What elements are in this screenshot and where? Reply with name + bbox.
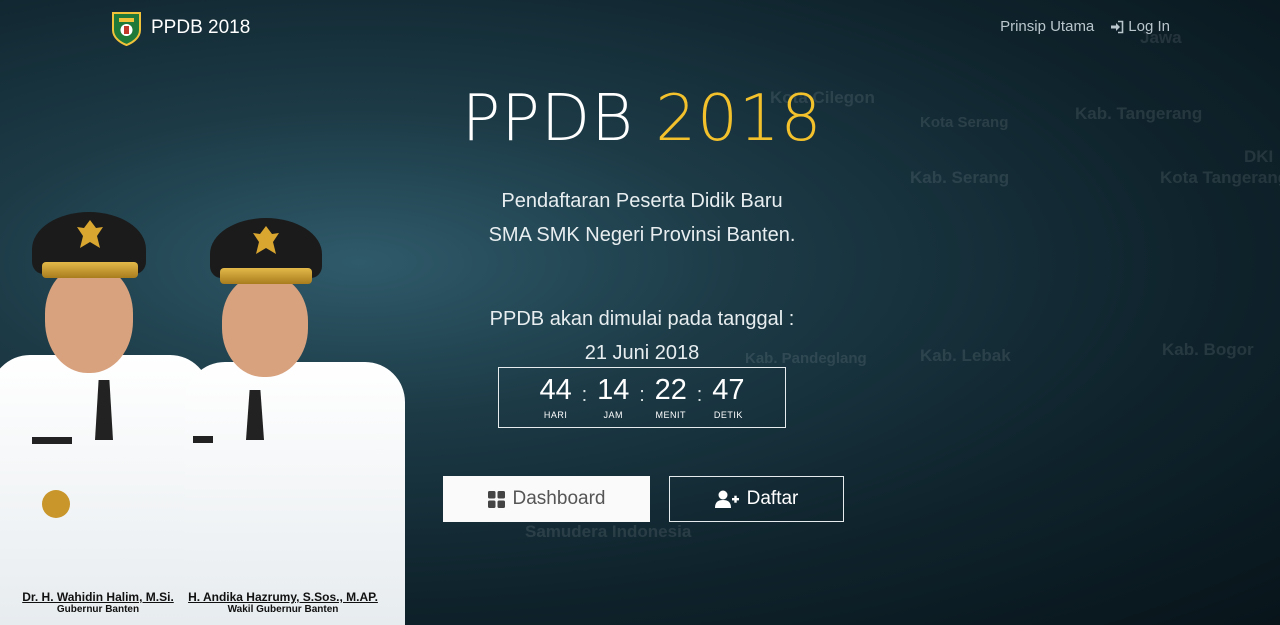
nav-prinsip-utama[interactable]: Prinsip Utama bbox=[1000, 18, 1094, 35]
start-date: 21 Juni 2018 bbox=[584, 342, 700, 364]
user-plus-icon bbox=[714, 490, 739, 508]
map-label: Kota Tangerang bbox=[1160, 168, 1280, 187]
governor-role: Gubernur Banten bbox=[56, 604, 140, 615]
governor-caption: Dr. H. Wahidin Halim, M.Si. Gubernur Ban… bbox=[18, 590, 178, 615]
minutes-value: 22 bbox=[654, 374, 687, 406]
countdown-days: 44 HARI bbox=[533, 374, 579, 420]
vice-governor-caption: H. Andika Hazrumy, S.Sos., M.AP. Wakil G… bbox=[188, 590, 378, 615]
medal bbox=[42, 490, 70, 518]
page-title: PPDB 2018 bbox=[440, 82, 844, 156]
hours-label: JAM bbox=[603, 410, 623, 420]
vice-governor-face bbox=[222, 275, 308, 377]
daftar-label: Daftar bbox=[746, 488, 799, 509]
map-label: Kab. Lebak bbox=[920, 346, 1011, 365]
countdown-separator: : bbox=[639, 384, 645, 406]
map-label: Kab. Bogor bbox=[1162, 340, 1254, 359]
subtitle: Pendaftaran Peserta Didik Baru SMA SMK N… bbox=[440, 184, 844, 252]
vice-governor-suit bbox=[185, 362, 405, 625]
nav-login-label: Log In bbox=[1128, 18, 1170, 35]
garuda-emblem-icon bbox=[253, 226, 279, 254]
start-label: PPDB akan dimulai pada tanggal : bbox=[489, 308, 795, 330]
vice-governor-role: Wakil Gubernur Banten bbox=[227, 604, 339, 615]
title-year: 2018 bbox=[655, 82, 823, 156]
countdown-timer: 44 HARI : 14 JAM : 22 MENIT : 47 DETIK bbox=[498, 367, 786, 428]
minutes-label: MENIT bbox=[655, 410, 687, 420]
countdown-hours: 14 JAM bbox=[590, 374, 636, 420]
days-label: HARI bbox=[543, 410, 568, 420]
hours-value: 14 bbox=[597, 374, 630, 406]
countdown-separator: : bbox=[696, 384, 703, 406]
governor-cap-band bbox=[42, 262, 138, 278]
seconds-value: 47 bbox=[712, 374, 745, 406]
governor-face bbox=[45, 265, 133, 373]
countdown-seconds: 47 DETIK bbox=[705, 374, 751, 420]
dashboard-label: Dashboard bbox=[512, 488, 606, 509]
start-date-info: PPDB akan dimulai pada tanggal : 21 Juni… bbox=[440, 302, 844, 370]
map-label: Kab. Tangerang bbox=[1075, 104, 1203, 123]
governor-name: Dr. H. Wahidin Halim, M.Si. bbox=[22, 590, 174, 604]
dashboard-button[interactable]: Dashboard bbox=[443, 476, 650, 522]
countdown-separator: : bbox=[581, 384, 588, 406]
grid-icon bbox=[487, 490, 505, 508]
name-tag bbox=[32, 437, 72, 444]
map-label: Kota Serang bbox=[920, 114, 1009, 131]
banten-logo-icon bbox=[112, 12, 141, 46]
nav-login[interactable]: Log In bbox=[1110, 18, 1170, 35]
map-label: DKI bbox=[1244, 147, 1274, 166]
days-value: 44 bbox=[539, 374, 572, 406]
daftar-button[interactable]: Daftar bbox=[669, 476, 844, 522]
brand[interactable]: PPDB 2018 bbox=[110, 10, 250, 46]
sign-in-icon bbox=[1111, 20, 1124, 33]
top-nav: Prinsip Utama Log In bbox=[1000, 18, 1170, 35]
subtitle-line-1: Pendaftaran Peserta Didik Baru bbox=[501, 190, 783, 212]
name-tag bbox=[193, 436, 213, 443]
map-label: Samudera Indonesia bbox=[525, 522, 692, 541]
seconds-label: DETIK bbox=[713, 410, 743, 420]
brand-title: PPDB 2018 bbox=[151, 17, 251, 38]
title-main: PPDB bbox=[461, 82, 635, 156]
garuda-emblem-icon bbox=[77, 220, 103, 248]
map-label: Kab. Serang bbox=[910, 168, 1010, 187]
vice-governor-name: H. Andika Hazrumy, S.Sos., M.AP. bbox=[188, 590, 378, 604]
countdown-minutes: 22 MENIT bbox=[648, 374, 694, 420]
vice-governor-cap-band bbox=[220, 268, 312, 284]
subtitle-line-2: SMA SMK Negeri Provinsi Banten. bbox=[488, 224, 796, 246]
